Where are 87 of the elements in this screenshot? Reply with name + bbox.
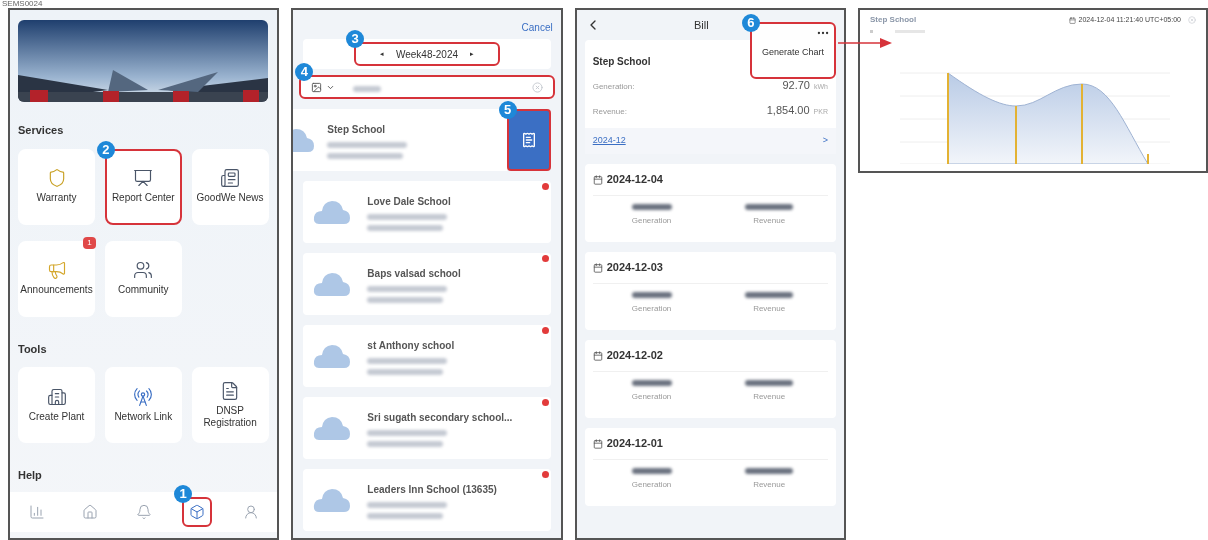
service-tile[interactable]: Create Plant <box>18 367 95 443</box>
cloud-logo-icon <box>313 486 352 514</box>
pointer-arrow <box>838 37 892 49</box>
metric-label: Generation <box>631 303 672 315</box>
calendar-icon <box>592 438 603 449</box>
section-title: Tools <box>18 341 48 357</box>
home-icon <box>82 503 99 520</box>
field-label: Revenue: <box>592 105 627 118</box>
step-number: 2 <box>96 140 115 159</box>
metric-label: Revenue <box>753 479 786 491</box>
bell-icon <box>135 503 152 520</box>
cloud-logo-icon <box>313 198 352 226</box>
people-icon <box>133 260 154 281</box>
day-date: 2024-12-04 <box>606 172 663 188</box>
bill-icon <box>520 132 537 148</box>
metric-label: Generation <box>631 479 672 491</box>
step-number: 5 <box>498 101 517 119</box>
plant-name: Step School <box>592 55 652 69</box>
plant-name: st Anthony school <box>367 338 455 353</box>
plant-name: Baps valsad school <box>367 266 461 281</box>
cancel-link[interactable]: Cancel <box>521 20 553 35</box>
blurred-value <box>745 380 794 386</box>
plant-name: Sri sugath secondary school... <box>367 410 513 425</box>
screen-title: Bill <box>694 17 709 33</box>
generation-value: 92.70 <box>782 78 810 93</box>
image-icon <box>311 81 323 93</box>
caption: SEMS0024 <box>2 0 43 8</box>
step-number: 1 <box>174 484 193 503</box>
plant-card[interactable]: Love Dale School <box>303 181 551 243</box>
tab-button[interactable] <box>182 496 213 527</box>
box-icon <box>189 503 206 520</box>
service-tile[interactable]: GoodWe News <box>191 148 269 225</box>
antenna-icon <box>133 386 154 407</box>
field-label: Generation: <box>592 81 635 93</box>
menu-item[interactable]: Generate Chart <box>761 46 824 60</box>
blurred-value <box>745 292 794 298</box>
metric-label: Revenue <box>753 215 786 227</box>
chart-title: Step School <box>870 14 917 26</box>
plant-name: Leaders Inn School (13635) <box>367 482 497 497</box>
metric-label: Generation <box>631 391 672 403</box>
section-title: Services <box>18 123 65 138</box>
blurred-value <box>353 86 382 92</box>
step-number: 4 <box>295 63 314 81</box>
service-tile[interactable]: Community <box>104 240 182 317</box>
blurred-value <box>631 468 672 474</box>
plant-name: Step School <box>327 122 387 137</box>
blurred-value <box>631 380 672 386</box>
legend-key <box>870 30 873 33</box>
revenue-value: 1,854.00 <box>766 102 810 118</box>
calendar-icon <box>1068 16 1076 24</box>
cloud-logo-icon <box>313 270 352 298</box>
blurred-value <box>745 204 794 210</box>
megaphone-icon <box>46 260 67 281</box>
step-number: 3 <box>346 30 364 48</box>
service-tile[interactable]: Network Link <box>104 367 182 443</box>
blurred-value <box>631 292 672 298</box>
user-icon <box>242 503 259 520</box>
plant-name: Love Dale School <box>367 194 451 209</box>
metric-label: Revenue <box>753 303 786 315</box>
blurred-value <box>745 468 794 474</box>
cloud-logo-icon <box>313 342 352 370</box>
month-link[interactable]: 2024-12 <box>592 134 626 148</box>
step-number: 6 <box>742 14 760 32</box>
notification-badge: 1 <box>83 236 96 249</box>
clear-icon <box>531 81 543 93</box>
service-tile[interactable]: DNSP Registration <box>191 367 269 443</box>
blurred-value <box>631 204 672 210</box>
cloud-logo-icon <box>313 414 352 442</box>
metric-label: Generation <box>631 215 672 227</box>
chart-icon <box>28 503 45 520</box>
search-field[interactable] <box>299 75 555 99</box>
chevron-text: > <box>822 134 828 148</box>
day-date: 2024-12-01 <box>606 436 663 452</box>
plant-card[interactable]: st Anthony school <box>303 325 551 387</box>
day-date: 2024-12-03 <box>606 260 663 276</box>
service-tile[interactable]: Warranty <box>18 148 95 225</box>
plant-card[interactable]: Leaders Inn School (13635) <box>303 469 551 531</box>
day-date: 2024-12-02 <box>606 348 663 364</box>
calendar-icon <box>592 350 603 361</box>
building-icon <box>46 386 67 407</box>
newspaper-icon <box>220 168 241 189</box>
section-title: Help <box>18 468 43 483</box>
calendar-icon <box>592 262 603 273</box>
plant-card[interactable]: Baps valsad school <box>303 253 551 315</box>
plant-card[interactable]: Sri sugath secondary school... <box>303 397 551 459</box>
calendar-icon <box>592 174 603 185</box>
metric-label: Revenue <box>753 391 786 403</box>
